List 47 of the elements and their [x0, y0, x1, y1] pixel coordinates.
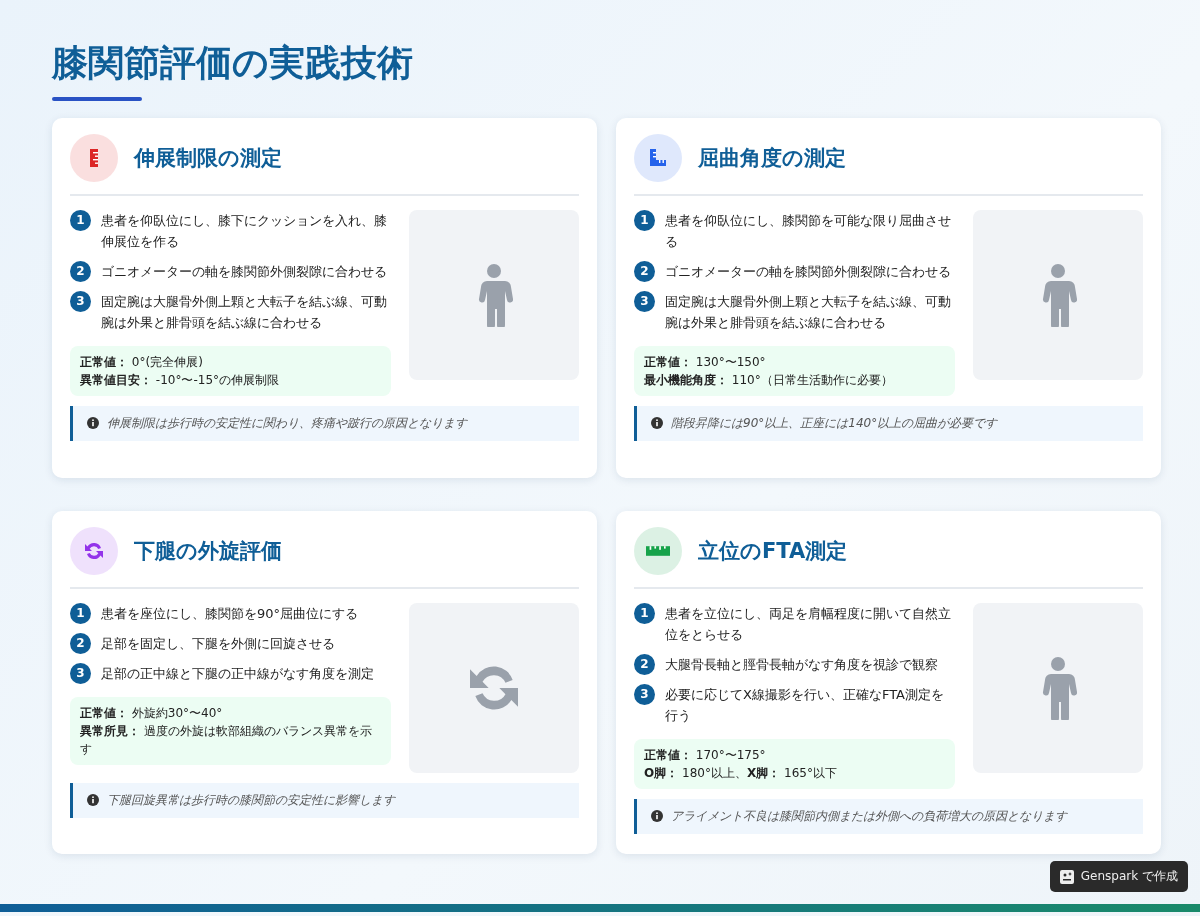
genspark-button[interactable]: Genspark で作成: [1049, 861, 1188, 892]
step-text: 大腿骨長軸と脛骨長軸がなす角度を視診で観察: [665, 655, 938, 674]
step-number: 1: [634, 602, 655, 624]
step-number: 3: [634, 683, 655, 705]
value-line: 正常値： 170°〜175°: [644, 746, 767, 764]
card-title: 伸展制限の測定: [134, 144, 282, 172]
card-title: 屈曲角度の測定: [698, 144, 846, 172]
step-text: 足部の正中線と下腿の正中線がなす角度を測定: [101, 664, 374, 683]
step-number: 1: [70, 209, 91, 231]
value-line: 異常所見： 過度の外旋は軟部組織のバランス異常を示す: [80, 722, 373, 758]
step-text: 固定腕は大腿骨外側上顆と大転子を結ぶ線、可動腕は外果と腓骨頭を結ぶ線に合わせる: [101, 292, 388, 332]
step-number: 3: [70, 290, 91, 312]
step-number: 1: [70, 602, 91, 624]
step-text: 固定腕は大腿骨外側上顆と大転子を結ぶ線、可動腕は外果と腓骨頭を結ぶ線に合わせる: [665, 292, 952, 332]
step-text: 必要に応じてX線撮影を行い、正確なFTA測定を行う: [665, 685, 945, 725]
note-text: 下腿回旋異常は歩行時の膝関節の安定性に影響します: [107, 791, 395, 809]
info-icon: [87, 417, 99, 430]
step-number: 2: [70, 260, 91, 282]
step-text: 患者を仰臥位にし、膝下にクッションを入れ、膝伸展位を作る: [101, 211, 388, 251]
step-text: 患者を立位にし、両足を肩幅程度に開いて自然立位をとらせる: [665, 604, 952, 644]
note-text: 伸展制限は歩行時の安定性に関わり、疼痛や跛行の原因となります: [107, 414, 467, 432]
card-title: 下腿の外旋評価: [134, 537, 282, 565]
note-text: アライメント不良は膝関節内側または外側への負荷増大の原因となります: [671, 807, 1067, 825]
info-icon: [87, 794, 99, 807]
card-title: 立位のFTA測定: [698, 537, 848, 565]
step-number: 2: [634, 260, 655, 282]
value-line: 正常値： 外旋約30°〜40°: [80, 704, 224, 722]
value-line: 正常値： 130°〜150°: [644, 353, 767, 371]
value-line: 正常値： 0°(完全伸展): [80, 353, 204, 371]
step-number: 3: [70, 662, 91, 684]
step-number: 3: [634, 290, 655, 312]
step-number: 2: [634, 653, 655, 675]
step-text: ゴニオメーターの軸を膝関節外側裂隙に合わせる: [665, 262, 951, 281]
step-text: 患者を仰臥位にし、膝関節を可能な限り屈曲させる: [665, 211, 952, 251]
step-number: 1: [634, 209, 655, 231]
page-title: 膝関節評価の実践技術: [52, 41, 413, 85]
value-line: 異常値目安： -10°〜-15°の伸展制限: [80, 371, 280, 389]
value-line: 最小機能角度： 110°（日常生活動作に必要）: [644, 371, 894, 389]
value-line: O脚： 180°以上、X脚： 165°以下: [644, 764, 838, 782]
step-number: 2: [70, 632, 91, 654]
sparkle-icon: [1059, 869, 1074, 884]
info-icon: [651, 417, 663, 430]
step-text: ゴニオメーターの軸を膝関節外側裂隙に合わせる: [101, 262, 387, 281]
step-text: 足部を固定し、下腿を外側に回旋させる: [101, 634, 335, 653]
note-text: 階段昇降には90°以上、正座には140°以上の屈曲が必要です: [671, 414, 998, 432]
step-text: 患者を座位にし、膝関節を90°屈曲位にする: [101, 604, 359, 623]
info-icon: [651, 810, 663, 823]
